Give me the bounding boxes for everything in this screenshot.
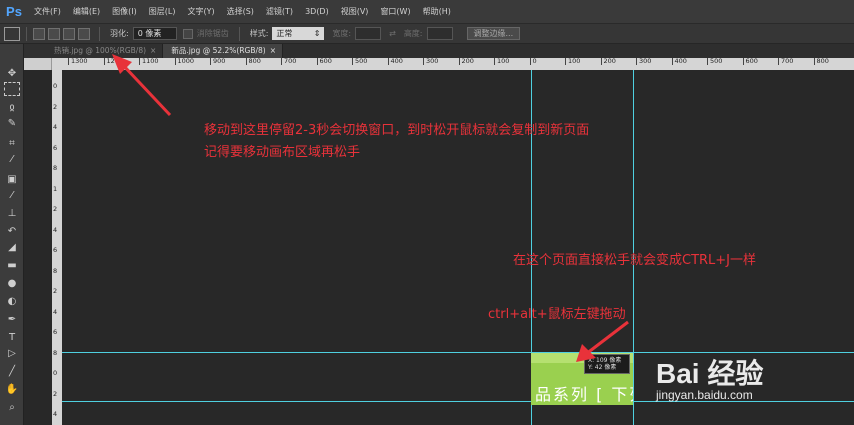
arrow-to-tab-icon	[112, 54, 172, 117]
baidu-jingyan-watermark: Bai 经验 jingyan.baidu.com	[652, 338, 812, 408]
arrow-to-image-icon	[576, 320, 629, 362]
watermark-logo: Bai 经验	[656, 358, 764, 389]
watermark-url: jingyan.baidu.com	[656, 388, 753, 402]
